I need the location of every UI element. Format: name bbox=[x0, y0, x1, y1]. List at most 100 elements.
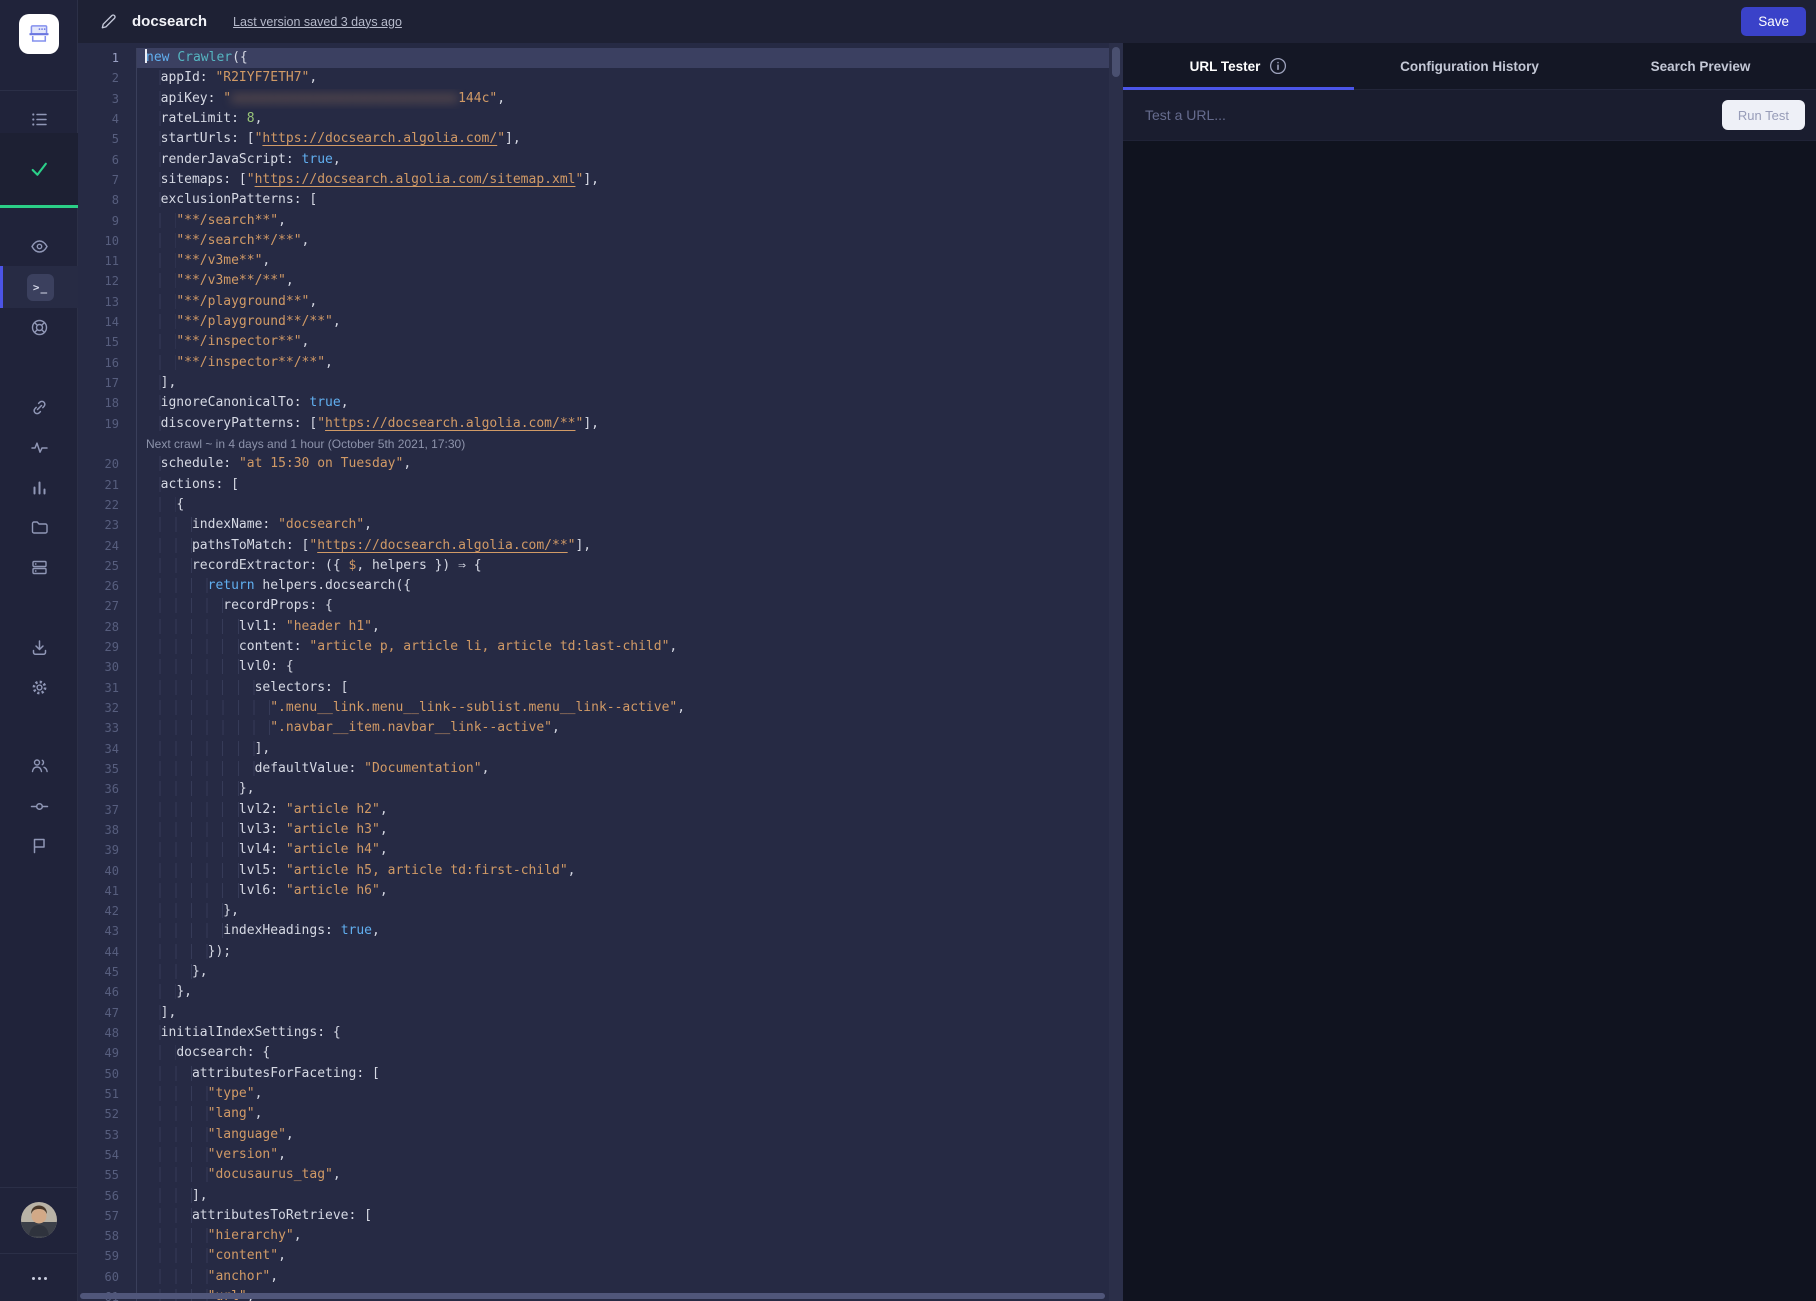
sidebar-divider bbox=[0, 1187, 78, 1188]
tab-search-preview[interactable]: Search Preview bbox=[1585, 43, 1816, 89]
server-icon[interactable] bbox=[0, 547, 78, 587]
code-line[interactable]: 40 lvl5: "article h5, article td:first-c… bbox=[78, 861, 1109, 881]
terminal-icon[interactable]: >_ bbox=[0, 266, 78, 308]
code-line[interactable]: 19 discoveryPatterns: ["https://docsearc… bbox=[78, 414, 1109, 434]
code-line[interactable]: 31 selectors: [ bbox=[78, 678, 1109, 698]
more-icon[interactable] bbox=[0, 1258, 78, 1298]
code-line[interactable]: 25 recordExtractor: ({ $, helpers }) ⇒ { bbox=[78, 556, 1109, 576]
code-line[interactable]: 57 attributesToRetrieve: [ bbox=[78, 1206, 1109, 1226]
code-line[interactable]: 20 schedule: "at 15:30 on Tuesday", bbox=[78, 454, 1109, 474]
code-line[interactable]: 1new Crawler({ bbox=[78, 48, 1109, 68]
code-line[interactable]: 47 ], bbox=[78, 1003, 1109, 1023]
code-line[interactable]: 6 renderJavaScript: true, bbox=[78, 150, 1109, 170]
check-icon[interactable] bbox=[0, 133, 78, 205]
next-crawl-annotation: Next crawl ~ in 4 days and 1 hour (Octob… bbox=[137, 434, 465, 454]
code-line[interactable]: 3 apiKey: "xxxxxxxxxxxxxxxxxxxxxxxxxxxxx… bbox=[78, 89, 1109, 109]
code-line[interactable]: 56 ], bbox=[78, 1186, 1109, 1206]
code-line[interactable]: 30 lvl0: { bbox=[78, 657, 1109, 677]
status-progress-bar bbox=[0, 205, 78, 208]
flag-icon[interactable] bbox=[0, 825, 78, 865]
horizontal-scrollbar[interactable] bbox=[80, 1293, 1105, 1299]
bar-chart-icon[interactable] bbox=[0, 467, 78, 507]
code-line[interactable]: 53 "language", bbox=[78, 1125, 1109, 1145]
crawler-logo-icon[interactable] bbox=[19, 14, 59, 54]
code-line[interactable]: 16 "**/inspector**/**", bbox=[78, 353, 1109, 373]
gear-icon[interactable] bbox=[0, 667, 78, 707]
run-test-button[interactable]: Run Test bbox=[1722, 100, 1805, 130]
code-line[interactable]: 34 ], bbox=[78, 739, 1109, 759]
code-line[interactable]: 52 "lang", bbox=[78, 1104, 1109, 1124]
code-line[interactable]: 8 exclusionPatterns: [ bbox=[78, 190, 1109, 210]
code-line[interactable]: 27 recordProps: { bbox=[78, 596, 1109, 616]
code-line[interactable]: 44 }); bbox=[78, 942, 1109, 962]
code-line[interactable]: 37 lvl2: "article h2", bbox=[78, 800, 1109, 820]
code-editor[interactable]: 1new Crawler({2 appId: "R2IYF7ETH7",3 ap… bbox=[78, 43, 1123, 1301]
code-line[interactable]: 21 actions: [ bbox=[78, 475, 1109, 495]
code-line[interactable]: 24 pathsToMatch: ["https://docsearch.alg… bbox=[78, 536, 1109, 556]
download-icon[interactable] bbox=[0, 627, 78, 667]
code-line[interactable]: 14 "**/playground**/**", bbox=[78, 312, 1109, 332]
code-line[interactable]: 60 "anchor", bbox=[78, 1267, 1109, 1287]
code-line[interactable]: 7 sitemaps: ["https://docsearch.algolia.… bbox=[78, 170, 1109, 190]
code-line[interactable]: 17 ], bbox=[78, 373, 1109, 393]
info-icon[interactable] bbox=[1269, 57, 1287, 75]
commit-icon[interactable] bbox=[0, 786, 78, 826]
edit-pencil-icon[interactable] bbox=[100, 13, 117, 30]
code-line[interactable]: 59 "content", bbox=[78, 1246, 1109, 1266]
code-line[interactable]: 42 }, bbox=[78, 901, 1109, 921]
folder-icon[interactable] bbox=[0, 507, 78, 547]
tab-url-tester[interactable]: URL Tester bbox=[1123, 43, 1354, 89]
code-line[interactable]: 33 ".navbar__item.navbar__link--active", bbox=[78, 718, 1109, 738]
link-icon[interactable] bbox=[0, 387, 78, 427]
code-line[interactable]: 43 indexHeadings: true, bbox=[78, 921, 1109, 941]
code-line[interactable]: 28 lvl1: "header h1", bbox=[78, 617, 1109, 637]
code-line[interactable]: 48 initialIndexSettings: { bbox=[78, 1023, 1109, 1043]
sidebar-divider bbox=[0, 90, 78, 91]
code-line[interactable]: 45 }, bbox=[78, 962, 1109, 982]
vertical-scrollbar[interactable] bbox=[1109, 43, 1123, 1301]
tab-configuration-history[interactable]: Configuration History bbox=[1354, 43, 1585, 89]
code-line[interactable]: 5 startUrls: ["https://docsearch.algolia… bbox=[78, 129, 1109, 149]
code-line[interactable]: 23 indexName: "docsearch", bbox=[78, 515, 1109, 535]
tab-label: Configuration History bbox=[1400, 59, 1539, 74]
code-line[interactable]: 32 ".menu__link.menu__link--sublist.menu… bbox=[78, 698, 1109, 718]
url-tester-results-area bbox=[1123, 141, 1816, 1301]
url-input[interactable] bbox=[1145, 107, 1722, 123]
pulse-icon[interactable] bbox=[0, 427, 78, 467]
code-line[interactable]: 41 lvl6: "article h6", bbox=[78, 881, 1109, 901]
code-line[interactable]: 58 "hierarchy", bbox=[78, 1226, 1109, 1246]
eye-icon[interactable] bbox=[0, 226, 78, 266]
users-icon[interactable] bbox=[0, 745, 78, 785]
code-line[interactable]: 13 "**/playground**", bbox=[78, 292, 1109, 312]
code-lines: 1new Crawler({2 appId: "R2IYF7ETH7",3 ap… bbox=[78, 48, 1109, 1301]
code-line[interactable]: 36 }, bbox=[78, 779, 1109, 799]
last-saved-link[interactable]: Last version saved 3 days ago bbox=[233, 15, 402, 29]
code-line[interactable]: 18 ignoreCanonicalTo: true, bbox=[78, 393, 1109, 413]
code-line[interactable]: 15 "**/inspector**", bbox=[78, 332, 1109, 352]
code-line[interactable]: 51 "type", bbox=[78, 1084, 1109, 1104]
code-line[interactable]: 49 docsearch: { bbox=[78, 1043, 1109, 1063]
code-line[interactable]: 29 content: "article p, article li, arti… bbox=[78, 637, 1109, 657]
code-line[interactable]: 12 "**/v3me**/**", bbox=[78, 271, 1109, 291]
code-line[interactable]: 46 }, bbox=[78, 982, 1109, 1002]
vertical-scrollbar-thumb[interactable] bbox=[1112, 47, 1120, 77]
avatar[interactable] bbox=[21, 1202, 57, 1238]
code-line[interactable]: 10 "**/search**/**", bbox=[78, 231, 1109, 251]
code-line[interactable]: 35 defaultValue: "Documentation", bbox=[78, 759, 1109, 779]
next-crawl-annotation-row[interactable]: Next crawl ~ in 4 days and 1 hour (Octob… bbox=[78, 434, 1109, 454]
url-tester-row: Run Test bbox=[1123, 90, 1816, 141]
code-line[interactable]: 54 "version", bbox=[78, 1145, 1109, 1165]
code-line[interactable]: 11 "**/v3me**", bbox=[78, 251, 1109, 271]
code-line[interactable]: 39 lvl4: "article h4", bbox=[78, 840, 1109, 860]
code-line[interactable]: 2 appId: "R2IYF7ETH7", bbox=[78, 68, 1109, 88]
sidebar: >_ bbox=[0, 0, 78, 1301]
save-button[interactable]: Save bbox=[1741, 7, 1806, 36]
code-line[interactable]: 22 { bbox=[78, 495, 1109, 515]
lifebuoy-icon[interactable] bbox=[0, 307, 78, 347]
code-line[interactable]: 55 "docusaurus_tag", bbox=[78, 1165, 1109, 1185]
code-line[interactable]: 50 attributesForFaceting: [ bbox=[78, 1064, 1109, 1084]
code-line[interactable]: 9 "**/search**", bbox=[78, 211, 1109, 231]
code-line[interactable]: 38 lvl3: "article h3", bbox=[78, 820, 1109, 840]
code-line[interactable]: 4 rateLimit: 8, bbox=[78, 109, 1109, 129]
code-line[interactable]: 26 return helpers.docsearch({ bbox=[78, 576, 1109, 596]
